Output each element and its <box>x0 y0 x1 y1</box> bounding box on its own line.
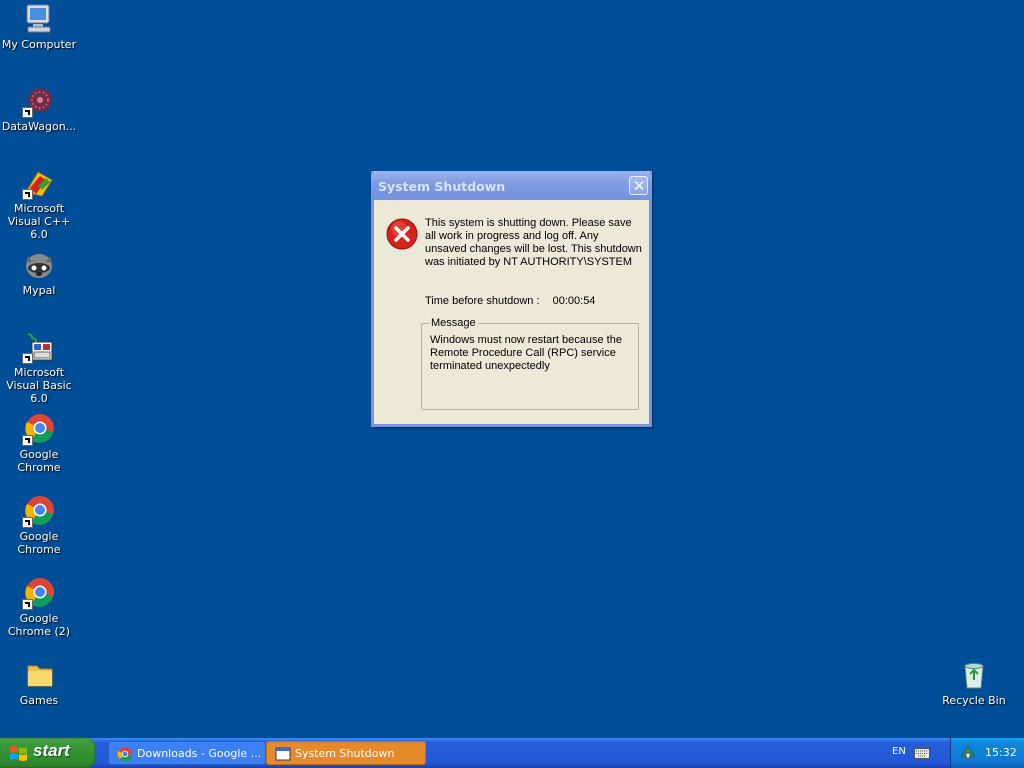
shortcut-arrow-icon <box>22 107 33 118</box>
clock[interactable]: 15:32 <box>985 746 1017 759</box>
start-button[interactable]: start <box>0 738 96 768</box>
desktop-icon-label: Google Chrome <box>17 448 61 474</box>
keyboard-icon[interactable] <box>914 748 930 759</box>
visual-cpp-icon <box>22 166 56 200</box>
system-tray: 15:32 <box>950 738 1024 768</box>
time-before-shutdown: Time before shutdown : 00:00:54 <box>425 295 595 307</box>
desktop-icon-visual-cpp[interactable]: Microsoft Visual C++ 6.0 <box>0 166 78 241</box>
shortcut-arrow-icon <box>22 189 33 200</box>
message-group: Message Windows must now restart because… <box>421 317 639 410</box>
recycle-bin-icon <box>957 658 991 692</box>
desktop-icon-label: DataWagon... <box>1 120 77 133</box>
time-value: 00:00:54 <box>552 295 596 307</box>
mypal-icon <box>22 248 56 282</box>
dialog-titlebar[interactable]: System Shutdown <box>371 171 652 200</box>
language-indicator[interactable]: EN <box>892 746 906 757</box>
desktop-icon-mypal[interactable]: Mypal <box>0 248 78 297</box>
message-group-text: Windows must now restart because the Rem… <box>430 334 622 372</box>
desktop-icon-google-chrome-2[interactable]: Google Chrome (2) <box>0 576 78 638</box>
window-icon <box>275 747 291 761</box>
desktop-icon-visual-basic[interactable]: Microsoft Visual Basic 6.0 <box>0 330 78 405</box>
desktop-icon-google-chrome[interactable]: Google Chrome <box>0 412 78 474</box>
taskbar: start Downloads - Google ... System Shut… <box>0 738 1024 768</box>
shortcut-arrow-icon <box>22 517 33 528</box>
time-label: Time before shutdown : <box>425 295 540 307</box>
network-icon[interactable] <box>960 744 976 760</box>
chrome-icon <box>22 412 56 446</box>
start-label: start <box>33 741 70 760</box>
shortcut-arrow-icon <box>22 353 33 364</box>
taskbar-item-label: Downloads - Google ... <box>137 747 262 760</box>
chrome-icon <box>117 747 132 762</box>
desktop-icon-label: My Computer <box>1 38 77 51</box>
desktop-icon-datawagon[interactable]: DataWagon... <box>0 84 78 133</box>
shutdown-message: This system is shutting down. Please sav… <box>425 217 642 268</box>
desktop-icon-label: Games <box>19 694 59 707</box>
close-button[interactable] <box>629 176 648 195</box>
dialog-title: System Shutdown <box>378 179 506 194</box>
desktop-icon-label: Microsoft Visual Basic 6.0 <box>6 366 72 405</box>
visual-basic-icon <box>22 330 56 364</box>
desktop-icon-label: Google Chrome <box>17 530 61 556</box>
chrome-icon <box>22 494 56 528</box>
system-shutdown-dialog: System Shutdown This system is shutting … <box>371 171 652 427</box>
windows-flag-icon <box>10 746 27 761</box>
desktop-icon-recycle-bin[interactable]: Recycle Bin <box>935 658 1013 707</box>
shortcut-arrow-icon <box>22 599 33 610</box>
chrome-icon <box>22 576 56 610</box>
desktop-icon-label: Recycle Bin <box>942 694 1006 707</box>
desktop-icon-google-chrome[interactable]: Google Chrome <box>0 494 78 556</box>
message-group-label: Message <box>429 317 478 329</box>
desktop-icon-my-computer[interactable]: My Computer <box>0 2 78 51</box>
taskbar-item-system-shutdown[interactable]: System Shutdown <box>266 741 426 765</box>
error-icon <box>386 218 418 250</box>
desktop-icon-label: Mypal <box>22 284 56 297</box>
folder-icon <box>22 658 56 692</box>
datawagon-icon <box>22 84 56 118</box>
taskbar-item-label: System Shutdown <box>295 747 395 760</box>
my-computer-icon <box>22 2 56 36</box>
desktop-icon-games[interactable]: Games <box>0 658 78 707</box>
desktop-icon-label: Google Chrome (2) <box>7 612 71 638</box>
shortcut-arrow-icon <box>22 435 33 446</box>
desktop-icon-label: Microsoft Visual C++ 6.0 <box>7 202 71 241</box>
taskbar-item-downloads-chrome[interactable]: Downloads - Google ... <box>108 741 266 765</box>
